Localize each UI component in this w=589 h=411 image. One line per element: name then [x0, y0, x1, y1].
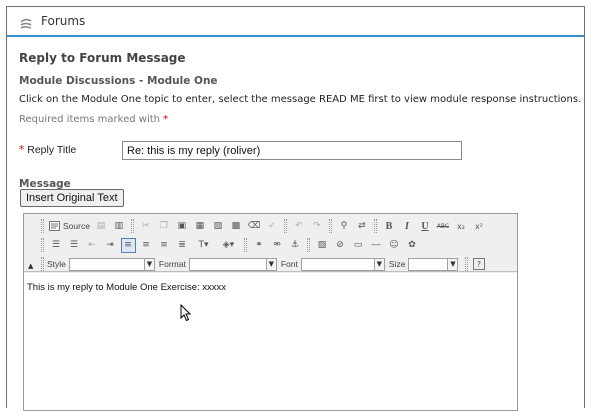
chevron-down-icon: ▼ — [265, 258, 276, 270]
strikethrough-button[interactable]: ABC — [435, 219, 450, 234]
header-title: Forums — [41, 14, 86, 28]
special-char-icon[interactable]: ✿ — [405, 238, 420, 253]
background-color-icon[interactable]: ◈▾ — [218, 238, 240, 253]
image-icon[interactable]: ▨ — [315, 238, 330, 253]
redo-icon[interactable]: ↷ — [309, 219, 324, 234]
align-left-icon[interactable]: ≡ — [120, 237, 136, 253]
undo-icon[interactable]: ↶ — [291, 219, 306, 234]
insert-original-text-button[interactable]: Insert Original Text — [20, 189, 124, 207]
module-heading: Module Discussions - Module One — [19, 75, 218, 87]
eraser-icon[interactable]: ⌫ — [246, 219, 261, 234]
forums-header: Forums — [7, 7, 584, 37]
font-label: Font — [280, 259, 298, 269]
bulleted-list-icon[interactable]: ☰ — [67, 238, 82, 253]
forum-panel: Forums Reply to Forum Message Module Dis… — [6, 6, 585, 411]
toolbar-row-3: Style ▼ Format ▼ Font ▼ Size ▼ ? — [38, 255, 486, 273]
toolbar-collapse-icon[interactable]: ▲ — [28, 262, 33, 270]
indent-icon[interactable]: ⇥ — [103, 238, 118, 253]
chevron-down-icon: ▼ — [373, 258, 384, 270]
paste-word-icon[interactable]: ▧ — [210, 219, 225, 234]
flash-icon[interactable]: ⊘ — [333, 238, 348, 253]
italic-button[interactable]: I — [399, 219, 414, 234]
text-color-icon[interactable]: T▾ — [193, 238, 215, 253]
required-marker: * — [163, 114, 169, 125]
format-label: Format — [158, 259, 186, 269]
toolbar-grip — [328, 219, 332, 233]
table-icon[interactable]: ▩ — [228, 219, 243, 234]
reply-title-input[interactable] — [122, 141, 462, 160]
toolbar-grip — [373, 219, 377, 233]
outdent-icon[interactable]: ⇤ — [85, 238, 100, 253]
forums-icon — [19, 15, 33, 29]
reply-title-label: Reply Title — [27, 144, 77, 156]
chevron-down-icon: ▼ — [447, 258, 458, 270]
align-right-icon[interactable]: ≡ — [157, 238, 172, 253]
required-marker: * — [19, 144, 25, 156]
toolbar-grip — [307, 238, 310, 252]
bold-button[interactable]: B — [381, 219, 396, 234]
style-select[interactable]: ▼ — [68, 257, 155, 271]
toolbar-grip — [41, 257, 44, 271]
reply-title-row: * Reply Title — [19, 144, 76, 156]
subscript-button[interactable]: x₂ — [453, 219, 468, 234]
style-label: Style — [47, 259, 66, 269]
smiley-icon[interactable]: ☺ — [387, 238, 402, 253]
source-button[interactable]: Source — [49, 221, 90, 231]
align-center-icon[interactable]: ≡ — [139, 238, 154, 253]
find-icon[interactable]: ⚲ — [336, 219, 351, 234]
toolbar-grip — [41, 238, 44, 252]
paste-icon[interactable]: ▣ — [174, 219, 189, 234]
editor-content-text[interactable]: This is my reply to Module One Exercise:… — [27, 282, 226, 293]
cut-icon[interactable]: ✂ — [138, 219, 153, 234]
horizontal-rule-icon[interactable]: ― — [369, 238, 384, 253]
toolbar-grip — [130, 219, 134, 233]
size-label: Size — [388, 259, 406, 269]
size-select[interactable]: ▼ — [408, 257, 459, 271]
paste-text-icon[interactable]: ▦ — [192, 219, 207, 234]
font-select[interactable]: ▼ — [300, 257, 385, 271]
source-label: Source — [63, 221, 90, 231]
mouse-pointer-icon — [180, 304, 192, 322]
page-title: Reply to Forum Message — [19, 51, 186, 65]
link-icon[interactable]: ⚭ — [252, 238, 267, 253]
toolbar-grip — [41, 219, 44, 233]
editor-content-area[interactable]: This is my reply to Module One Exercise:… — [24, 273, 517, 410]
instructions-text: Click on the Module One topic to enter, … — [19, 94, 582, 105]
toolbar-grip — [244, 238, 247, 252]
justify-icon[interactable]: ≣ — [175, 238, 190, 253]
spellcheck-icon[interactable]: ✓ — [264, 219, 279, 234]
chevron-down-icon: ▼ — [143, 258, 154, 270]
required-note: Required items marked with * — [19, 114, 168, 125]
superscript-button[interactable]: x² — [471, 219, 486, 234]
save-icon[interactable]: ▤ — [93, 219, 108, 234]
toolbar-grip — [283, 219, 287, 233]
new-page-icon[interactable]: ▥ — [111, 219, 126, 234]
toolbar-row-2: ☰ ☰ ⇤ ⇥ ≡ ≡ ≡ ≣ T▾ ◈▾ ⚭ ⚮ ⚓ ▨ ⊘ ▭ ― ☺ ✿ — [38, 236, 421, 254]
copy-icon[interactable]: ❐ — [156, 219, 171, 234]
source-icon — [49, 221, 60, 231]
anchor-icon[interactable]: ⚓ — [288, 238, 303, 253]
format-select[interactable]: ▼ — [188, 257, 277, 271]
toolbar-grip — [465, 257, 469, 271]
required-note-text: Required items marked with — [19, 114, 160, 125]
help-button[interactable]: ? — [472, 258, 485, 270]
editor-toolbar: ▲ Source ▤ ▥ ✂ ❐ ▣ ▦ ▧ ▩ ⌫ ✓ ↶ ↷ ⚲ ⇄ B I… — [24, 214, 517, 272]
replace-icon[interactable]: ⇄ — [354, 219, 369, 234]
underline-button[interactable]: U — [417, 219, 432, 234]
unlink-icon[interactable]: ⚮ — [270, 238, 285, 253]
table-insert-icon[interactable]: ▭ — [351, 238, 366, 253]
toolbar-row-1: Source ▤ ▥ ✂ ❐ ▣ ▦ ▧ ▩ ⌫ ✓ ↶ ↷ ⚲ ⇄ B I U… — [38, 217, 488, 235]
numbered-list-icon[interactable]: ☰ — [49, 238, 64, 253]
rich-text-editor: ▲ Source ▤ ▥ ✂ ❐ ▣ ▦ ▧ ▩ ⌫ ✓ ↶ ↷ ⚲ ⇄ B I… — [23, 213, 518, 411]
